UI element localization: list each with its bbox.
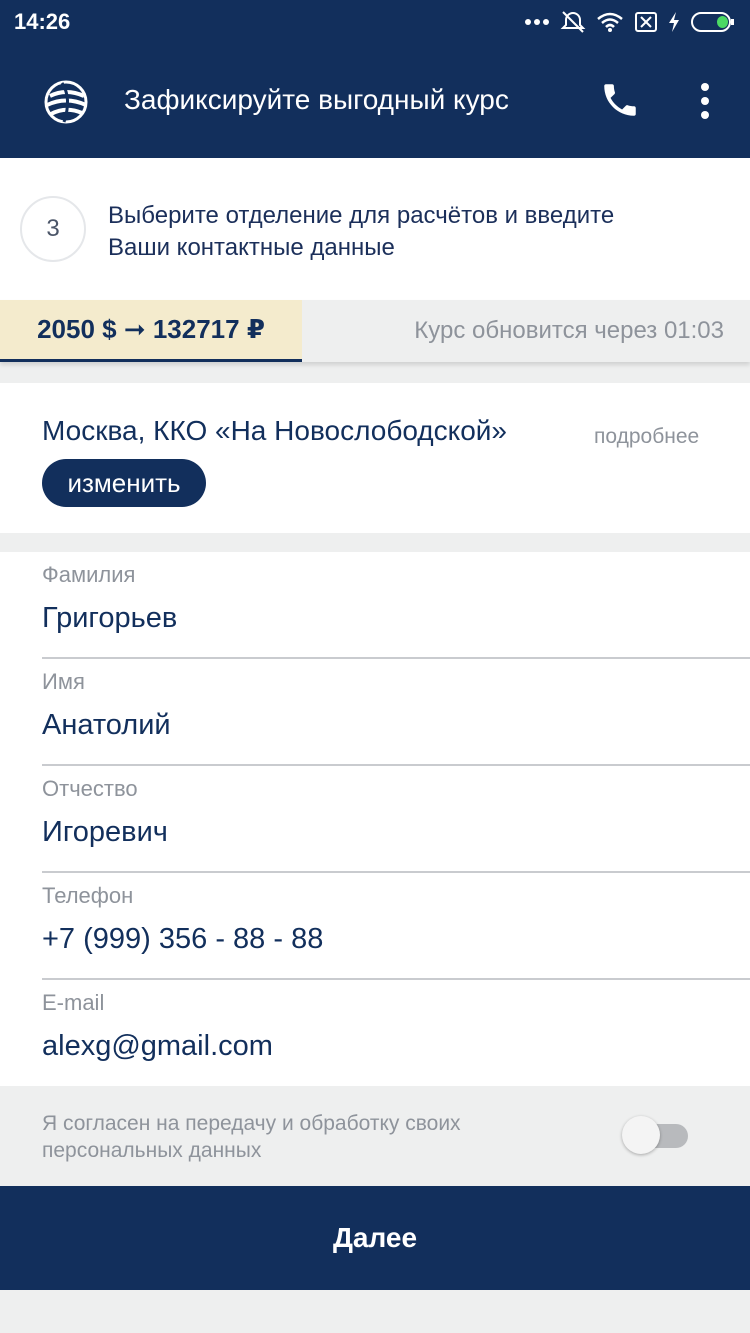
consent-section: Я согласен на передачу и обработку своих…: [0, 1086, 750, 1186]
phone-icon: [599, 79, 641, 126]
step-instruction: Выберите отделение для расчётов и введит…: [108, 200, 728, 264]
last-name-field[interactable]: Фамилия: [42, 552, 750, 659]
status-icons: [524, 9, 736, 35]
consent-toggle-thumb: [622, 1116, 660, 1154]
email-input[interactable]: [42, 1026, 702, 1066]
rate-timer: Курс обновится через 01:03: [414, 317, 724, 344]
sim-off-icon: [634, 11, 658, 33]
step-instruction-line-2: Ваши контактные данные: [108, 234, 395, 261]
rate-conversion: 2050 $ ➞ 132717 ₽: [0, 300, 302, 362]
middle-name-input[interactable]: [42, 812, 702, 852]
alarm-off-icon: [560, 9, 586, 35]
globe-logo-icon: [42, 78, 90, 126]
battery-icon: [690, 11, 736, 33]
branch-section: Москва, ККО «На Новослободской» подробне…: [0, 383, 750, 533]
email-field[interactable]: E-mail: [42, 980, 750, 1087]
branch-details-link[interactable]: подробнее: [594, 425, 699, 449]
contact-form: Фамилия Имя Отчество Телефон E-mail: [0, 552, 750, 1086]
charging-icon: [668, 11, 680, 33]
last-name-input[interactable]: [42, 598, 702, 638]
wifi-icon: [596, 11, 624, 33]
status-bar: 14:26: [0, 0, 750, 44]
last-name-label: Фамилия: [42, 562, 136, 587]
phone-input[interactable]: [42, 919, 702, 959]
more-dots-icon: [524, 18, 550, 26]
app-bar: Зафиксируйте выгодный курс: [0, 44, 750, 158]
step-section: 3 Выберите отделение для расчётов и введ…: [0, 158, 750, 300]
branch-name: Москва, ККО «На Новослободской»: [42, 415, 507, 446]
consent-toggle[interactable]: [622, 1116, 690, 1154]
first-name-label: Имя: [42, 669, 85, 694]
consent-text-line-1: Я согласен на передачу и обработку своих: [42, 1112, 461, 1135]
middle-name-label: Отчество: [42, 776, 138, 801]
phone-field[interactable]: Телефон: [42, 873, 750, 980]
next-button[interactable]: Далее: [0, 1186, 750, 1290]
status-time: 14:26: [14, 9, 71, 34]
phone-button[interactable]: [596, 78, 644, 126]
app-title: Зафиксируйте выгодный курс: [124, 84, 509, 115]
email-label: E-mail: [42, 990, 105, 1015]
first-name-input[interactable]: [42, 705, 702, 745]
consent-text: Я согласен на передачу и обработку своих…: [42, 1110, 542, 1164]
consent-text-line-2: персональных данных: [42, 1139, 262, 1162]
bottom-strip: [0, 1290, 750, 1333]
middle-name-field[interactable]: Отчество: [42, 766, 750, 873]
first-name-field[interactable]: Имя: [42, 659, 750, 766]
rate-bar: 2050 $ ➞ 132717 ₽ Курс обновится через 0…: [0, 300, 750, 362]
step-number-badge: 3: [20, 196, 86, 262]
phone-label: Телефон: [42, 883, 134, 908]
step-instruction-line-1: Выберите отделение для расчётов и введит…: [108, 202, 615, 229]
change-branch-button[interactable]: изменить: [42, 459, 206, 507]
more-vertical-icon[interactable]: [688, 74, 722, 128]
